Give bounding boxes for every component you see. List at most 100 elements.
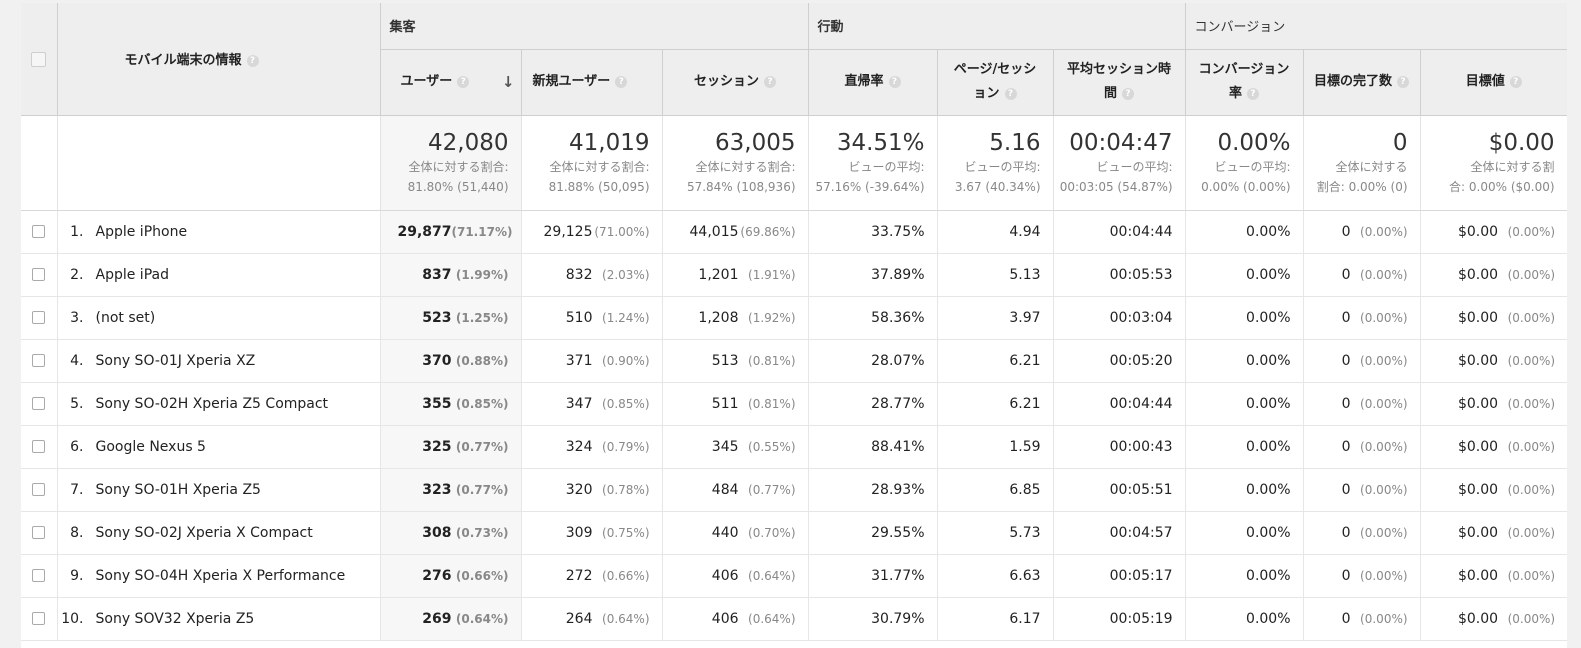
device-name-link[interactable]: Sony SO-01J Xperia XZ bbox=[96, 353, 256, 369]
row-select-cell bbox=[21, 253, 58, 297]
device-name-link[interactable]: (not set) bbox=[96, 310, 156, 326]
device-name-link[interactable]: Apple iPad bbox=[96, 267, 169, 283]
row-checkbox[interactable] bbox=[32, 483, 46, 496]
device-name-cell: 3. (not set) bbox=[57, 296, 381, 340]
help-icon[interactable]: ? bbox=[246, 54, 259, 67]
sessions-value: 1,208 bbox=[698, 309, 739, 326]
col-header-goal-completions[interactable]: 目標の完了数? bbox=[1303, 49, 1421, 116]
summary-bounce-rate: 34.51% ビューの平均: 57.16% (-39.64%) bbox=[808, 115, 938, 211]
col-header-users[interactable]: ユーザー? ↓ bbox=[380, 49, 522, 116]
bounce-rate-cell: 58.36% bbox=[808, 296, 938, 340]
help-icon[interactable]: ? bbox=[615, 75, 628, 88]
device-name-link[interactable]: Sony SO-04H Xperia X Performance bbox=[96, 568, 346, 584]
goal-value-value: $0.00 bbox=[1457, 438, 1499, 455]
col-header-new-users[interactable]: 新規ユーザー? bbox=[521, 49, 663, 116]
help-icon[interactable]: ? bbox=[1004, 87, 1017, 100]
help-icon[interactable]: ? bbox=[457, 75, 470, 88]
summary-sub: 0.00% (0.00%) bbox=[1201, 179, 1291, 194]
goal-value-cell: $0.00 (0.00%) bbox=[1420, 597, 1567, 641]
users-value: 29,877 bbox=[397, 223, 452, 240]
new-users-value: 29,125 bbox=[543, 223, 593, 240]
goal-completions-value: 0 bbox=[1341, 610, 1351, 627]
users-value: 523 bbox=[422, 309, 452, 326]
device-name-link[interactable]: Sony SO-02J Xperia X Compact bbox=[96, 525, 313, 541]
summary-users: 42,080 全体に対する割合: 81.80% (51,440) bbox=[380, 115, 522, 211]
row-checkbox[interactable] bbox=[32, 311, 46, 324]
sessions-cell: 511 (0.81%) bbox=[662, 382, 809, 426]
device-name-cell: 8. Sony SO-02J Xperia X Compact bbox=[57, 511, 381, 555]
help-icon[interactable]: ? bbox=[888, 75, 901, 88]
row-checkbox[interactable] bbox=[32, 440, 46, 453]
help-icon[interactable]: ? bbox=[1122, 87, 1135, 100]
new-users-value: 264 bbox=[565, 610, 593, 627]
sessions-cell: 406 (0.64%) bbox=[662, 597, 809, 641]
avg-duration-cell: 00:04:44 bbox=[1053, 382, 1186, 426]
goal-value-cell: $0.00 (0.00%) bbox=[1420, 339, 1567, 383]
bounce-rate-cell: 33.75% bbox=[808, 210, 938, 254]
table-row: 10. Sony SOV32 Xperia Z5 269 (0.64%) 264 (0.6… bbox=[21, 597, 1567, 641]
row-select-cell bbox=[21, 511, 58, 555]
new-users-value: 272 bbox=[565, 567, 593, 584]
new-users-percent: (0.75%) bbox=[602, 525, 650, 540]
row-checkbox[interactable] bbox=[32, 268, 46, 281]
col-header-bounce-rate[interactable]: 直帰率? bbox=[808, 49, 938, 116]
device-name-link[interactable]: Sony SO-01H Xperia Z5 bbox=[96, 482, 261, 498]
row-select-cell bbox=[21, 554, 58, 598]
device-name-link[interactable]: Sony SO-02H Xperia Z5 Compact bbox=[96, 396, 329, 412]
col-header-label: コンバージョン bbox=[1198, 62, 1290, 77]
select-all-checkbox[interactable] bbox=[31, 52, 47, 68]
dimension-header[interactable]: モバイル端末の情報? bbox=[57, 3, 381, 116]
col-header-conversion-rate[interactable]: コンバージョン率? bbox=[1185, 49, 1304, 116]
goal-completions-percent: (0.00%) bbox=[1360, 396, 1408, 411]
users-value: 370 bbox=[422, 352, 452, 369]
col-header-pages-per-session[interactable]: ページ/セッシ ョン? bbox=[937, 49, 1054, 116]
device-name-link[interactable]: Apple iPhone bbox=[96, 224, 188, 240]
sort-descending-icon[interactable]: ↓ bbox=[502, 70, 515, 94]
sessions-percent: (0.81%) bbox=[748, 396, 796, 411]
goal-completions-cell: 0 (0.00%) bbox=[1303, 210, 1421, 254]
device-name-link[interactable]: Google Nexus 5 bbox=[96, 439, 206, 455]
summary-sub: 全体に対する割合: bbox=[695, 159, 796, 174]
row-checkbox[interactable] bbox=[32, 354, 46, 367]
goal-value-percent: (0.00%) bbox=[1507, 267, 1556, 282]
help-icon[interactable]: ? bbox=[764, 75, 777, 88]
goal-completions-percent: (0.00%) bbox=[1360, 568, 1408, 583]
sessions-percent: (0.55%) bbox=[748, 439, 796, 454]
bounce-rate-cell: 29.55% bbox=[808, 511, 938, 555]
help-icon[interactable]: ? bbox=[1397, 75, 1410, 88]
bounce-rate-cell: 28.77% bbox=[808, 382, 938, 426]
row-checkbox[interactable] bbox=[32, 526, 46, 539]
help-icon[interactable]: ? bbox=[1247, 87, 1260, 100]
users-value: 355 bbox=[422, 395, 452, 412]
users-percent: (0.77%) bbox=[455, 482, 509, 497]
col-header-goal-value[interactable]: 目標値? bbox=[1420, 49, 1567, 116]
new-users-cell: 309 (0.75%) bbox=[521, 511, 663, 555]
row-index: 1. bbox=[70, 223, 84, 240]
summary-sessions: 63,005 全体に対する割合: 57.84% (108,936) bbox=[662, 115, 809, 211]
device-name-link[interactable]: Sony SOV32 Xperia Z5 bbox=[96, 611, 255, 627]
row-checkbox[interactable] bbox=[32, 569, 46, 582]
avg-duration-cell: 00:03:04 bbox=[1053, 296, 1186, 340]
row-checkbox[interactable] bbox=[32, 397, 46, 410]
avg-duration-cell: 00:05:20 bbox=[1053, 339, 1186, 383]
goal-completions-percent: (0.00%) bbox=[1360, 310, 1408, 325]
col-header-sessions[interactable]: セッション? bbox=[662, 49, 809, 116]
row-checkbox[interactable] bbox=[32, 612, 46, 625]
row-index: 8. bbox=[70, 524, 84, 541]
goal-value-value: $0.00 bbox=[1457, 352, 1499, 369]
conversion-rate-cell: 0.00% bbox=[1185, 253, 1304, 297]
row-checkbox[interactable] bbox=[32, 225, 46, 238]
users-cell: 325 (0.77%) bbox=[380, 425, 522, 469]
sessions-cell: 1,201 (1.91%) bbox=[662, 253, 809, 297]
summary-sub: ビューの平均: bbox=[1096, 159, 1173, 174]
avg-duration-cell: 00:04:44 bbox=[1053, 210, 1186, 254]
row-select-cell bbox=[21, 597, 58, 641]
device-report-table: モバイル端末の情報? 集客 行動 コンバージョン ユーザー? ↓ 新規ユーザー? セッ… bbox=[21, 3, 1567, 641]
summary-avg-session-duration: 00:04:47 ビューの平均: 00:03:05 (54.87%) bbox=[1053, 115, 1186, 211]
summary-goal-value: $0.00 全体に対する割 合: 0.00% ($0.00) bbox=[1420, 115, 1567, 211]
col-header-avg-session-duration[interactable]: 平均セッション時間? bbox=[1053, 49, 1186, 116]
conversion-rate-cell: 0.00% bbox=[1185, 511, 1304, 555]
sessions-percent: (1.91%) bbox=[748, 267, 796, 282]
help-icon[interactable]: ? bbox=[1509, 75, 1522, 88]
users-cell: 323 (0.77%) bbox=[380, 468, 522, 512]
